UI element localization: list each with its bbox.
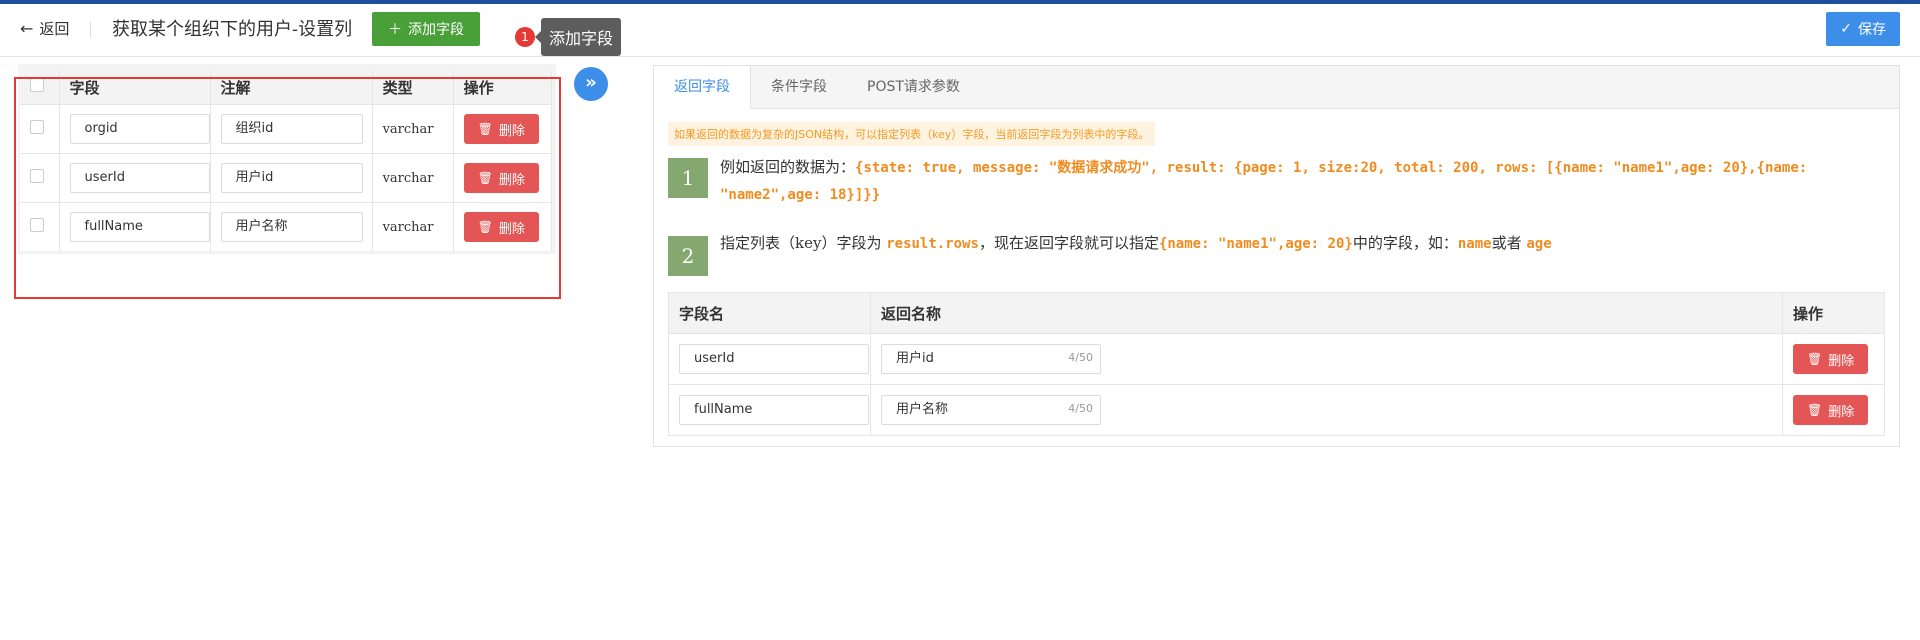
hint-text: 如果返回的数据为复杂的JSON结构，可以指定列表（key）字段，当前返回字段为列… bbox=[668, 122, 1156, 146]
step-1-text: 例如返回的数据为：{state: true, message: "数据请求成功"… bbox=[720, 154, 1880, 208]
page-header: ← 返回 获取某个组织下的用户-设置列 ＋ 添加字段 1 添加字段 ✓ 保存 bbox=[0, 4, 1920, 57]
check-icon: ✓ bbox=[1840, 21, 1852, 37]
header-divider bbox=[90, 22, 91, 38]
return-field-table: 字段名 返回名称 操作 userId 用户id 4/50 🗑 删除 fullName… bbox=[668, 292, 1885, 436]
guide-tooltip: 添加字段 bbox=[534, 18, 622, 56]
tab-bar: 返回字段 条件字段 POST请求参数 bbox=[654, 66, 1899, 109]
arrow-left-icon: ← bbox=[20, 19, 34, 38]
delete-label: 删除 bbox=[1828, 353, 1855, 369]
col-return-name: 返回名称 bbox=[870, 292, 1783, 334]
tab-post-params[interactable]: POST请求参数 bbox=[847, 66, 980, 108]
delete-button[interactable]: 🗑 删除 bbox=[1793, 395, 1869, 425]
back-button[interactable]: ← 返回 bbox=[20, 18, 69, 39]
step-2-label-c: 中的字段，如： bbox=[1352, 234, 1458, 252]
step-badge: 1 bbox=[515, 27, 535, 47]
code-key: result.rows bbox=[886, 236, 979, 252]
code-name: name bbox=[1457, 236, 1492, 252]
trash-icon: 🗑 bbox=[1807, 403, 1823, 417]
trash-icon: 🗑 bbox=[1807, 352, 1823, 366]
delete-label: 删除 bbox=[1828, 404, 1855, 420]
add-field-label: 添加字段 bbox=[408, 22, 464, 38]
back-label: 返回 bbox=[39, 20, 70, 38]
step-2-marker: 2 bbox=[668, 236, 708, 276]
plus-icon: ＋ bbox=[388, 22, 402, 38]
code-age: age bbox=[1526, 236, 1552, 252]
save-label: 保存 bbox=[1858, 22, 1886, 38]
step-1-label: 例如返回的数据为： bbox=[720, 158, 856, 176]
field-name-input[interactable]: userId bbox=[679, 344, 869, 374]
tab-condition-fields[interactable]: 条件字段 bbox=[751, 66, 847, 108]
step-2-label-a: 指定列表（key）字段为 bbox=[720, 234, 887, 252]
col-field-name: 字段名 bbox=[668, 292, 871, 334]
delete-button[interactable]: 🗑 删除 bbox=[1793, 344, 1869, 374]
add-field-button[interactable]: ＋ 添加字段 bbox=[372, 12, 480, 46]
save-button[interactable]: ✓ 保存 bbox=[1826, 12, 1900, 46]
table-row: fullName 用户名称 4/50 🗑 删除 bbox=[668, 384, 1885, 436]
step-2-text: 指定列表（key）字段为 result.rows，现在返回字段就可以指定{nam… bbox=[720, 230, 1880, 257]
char-counter: 4/50 bbox=[1068, 402, 1093, 415]
step-1-marker: 1 bbox=[668, 158, 708, 198]
char-counter: 4/50 bbox=[1068, 351, 1093, 364]
step-2-label-d: 或者 bbox=[1491, 234, 1527, 252]
tab-return-fields[interactable]: 返回字段 bbox=[654, 66, 751, 109]
guide-step: 1 添加字段 bbox=[515, 18, 622, 56]
expand-icon[interactable]: » bbox=[574, 67, 608, 101]
example-json: {state: true, message: "数据请求成功", result:… bbox=[720, 160, 1808, 203]
settings-panel: 返回字段 条件字段 POST请求参数 如果返回的数据为复杂的JSON结构，可以指… bbox=[653, 65, 1900, 447]
table-row: userId 用户id 4/50 🗑 删除 bbox=[668, 333, 1885, 385]
highlight-box bbox=[14, 77, 561, 299]
field-name-input[interactable]: fullName bbox=[679, 395, 869, 425]
col-action: 操作 bbox=[1782, 292, 1885, 334]
step-2-label-b: ，现在返回字段就可以指定 bbox=[978, 234, 1159, 252]
code-item: {name: "name1",age: 20} bbox=[1158, 236, 1353, 252]
page-title: 获取某个组织下的用户-设置列 bbox=[112, 19, 353, 40]
